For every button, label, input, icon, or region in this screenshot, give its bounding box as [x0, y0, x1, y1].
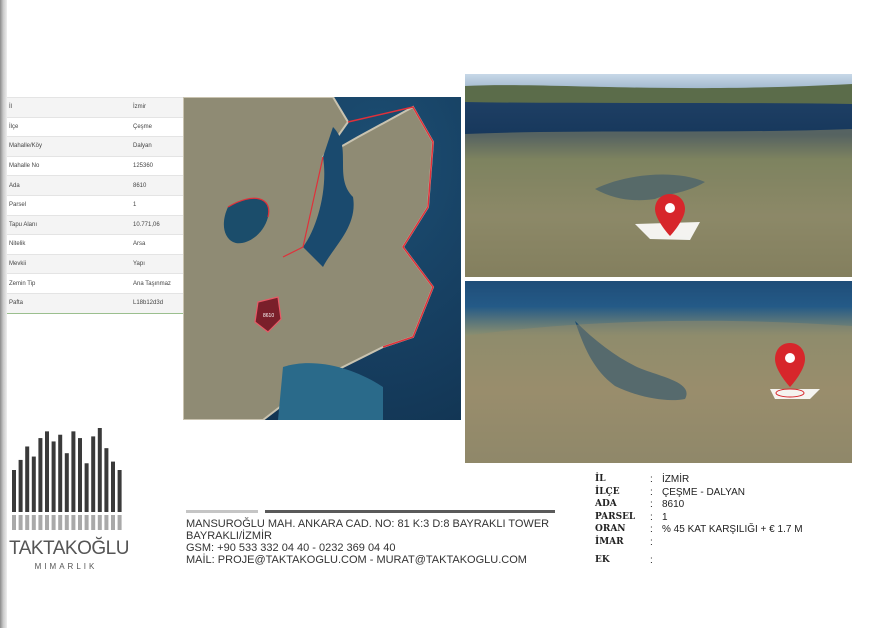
logo-bar	[97, 428, 102, 512]
detail-label: ADA	[595, 499, 617, 509]
parcel-field-value: Yapı	[129, 253, 183, 274]
detail-label: ORAN	[595, 524, 626, 534]
parcel-field-label: Zemin Tip	[7, 273, 129, 294]
parcel-table-row: Parsel 1	[7, 194, 183, 216]
phone-line: GSM: +90 533 332 04 40 - 0232 369 04 40	[186, 542, 396, 554]
detail-label: İL	[595, 474, 606, 484]
logo-bar	[104, 448, 109, 512]
aerial-view-top-drawing	[465, 84, 852, 277]
parcel-field-value: Ana Taşınmaz	[129, 273, 183, 294]
logo-bar-reflection	[91, 515, 96, 530]
parcel-field-value: 10.771,06	[129, 214, 183, 235]
aerial-view-top	[465, 74, 852, 277]
logo-bar	[78, 438, 82, 512]
address-city: BAYRAKLI/İZMİR	[186, 530, 272, 542]
parcel-field-label: Mahalle No	[7, 155, 129, 176]
logo-barcode-graphic	[12, 428, 122, 530]
email-line: MAİL: PROJE@TAKTAKOGLU.COM - MURAT@TAKTA…	[186, 554, 527, 566]
detail-label: İLÇE	[595, 486, 620, 497]
satellite-map-drawing: 8610	[183, 97, 435, 420]
logo-bar	[84, 463, 89, 512]
logo-bar-reflection	[111, 515, 115, 530]
parcel-table-row: Ada 8610	[7, 175, 183, 196]
logo-bar-reflection	[31, 515, 36, 530]
detail-label: EK	[595, 555, 610, 565]
logo-bar-reflection	[25, 515, 30, 530]
parcel-table-row: Tapu Alanı 10.771,06	[7, 214, 183, 235]
parcel-field-value: L18b12d3d	[129, 292, 183, 314]
parcel-field-label: Pafta	[7, 292, 129, 314]
satellite-map: 8610	[183, 97, 461, 420]
parcel-table-row: Mahalle No 125360	[7, 155, 183, 176]
detail-label: İMAR	[595, 536, 624, 547]
logo-bar-reflection	[71, 515, 76, 530]
logo-bar	[12, 470, 16, 512]
logo-bar	[31, 456, 36, 512]
contact-block: MANSUROĞLU MAH. ANKARA CAD. NO: 81 K:3 D…	[186, 518, 566, 566]
address-line: MANSUROĞLU MAH. ANKARA CAD. NO: 81 K:3 D…	[186, 518, 550, 530]
contact-divider-left	[186, 510, 258, 513]
parcel-table-row: Zemin Tip Ana Taşınmaz	[7, 273, 183, 294]
logo-bar	[25, 446, 30, 512]
logo-subtitle: MIMARLIK	[34, 562, 98, 571]
logo-bar	[58, 434, 63, 512]
parcel-field-label: İl	[7, 97, 129, 118]
parcel-table-row: Pafta L18b12d3d	[7, 292, 183, 314]
detail-value: 8610	[662, 499, 685, 510]
detail-value: 1	[662, 511, 668, 523]
company-logo: TAKTAKOĞLU MIMARLIK	[9, 428, 129, 578]
contact-divider-right	[265, 510, 555, 513]
detail-value: İZMİR	[662, 474, 690, 485]
detail-value: % 45 KAT KARŞILIĞI + € 1.7 M	[662, 524, 803, 535]
logo-bar-reflection	[117, 515, 122, 530]
aerial-view-bottom	[465, 281, 852, 463]
logo-bar	[91, 436, 96, 512]
logo-name: TAKTAKOĞLU	[9, 538, 129, 559]
parcel-table-row: Mahalle/Köy Dalyan	[7, 136, 183, 157]
parcel-field-label: Parsel	[7, 194, 129, 216]
aerial-view-bottom-drawing	[465, 320, 852, 463]
left-border-rule	[0, 0, 7, 628]
parcel-table-row: Mevkii Yapı	[7, 253, 183, 274]
parcel-field-value: 125360	[129, 155, 183, 176]
logo-bar-reflection	[45, 515, 49, 530]
parcel-field-label: Nitelik	[7, 234, 129, 255]
detail-label: PARSEL	[595, 511, 636, 522]
logo-bar	[111, 461, 115, 512]
parcel-table-row: İl İzmir	[7, 97, 183, 118]
parcel-field-label: Mahalle/Köy	[7, 136, 129, 157]
logo-bar	[117, 470, 122, 512]
parcel-field-value: Çeşme	[129, 116, 183, 137]
logo-bar-reflection	[18, 515, 23, 530]
detail-value: ÇEŞME - DALYAN	[662, 486, 745, 498]
logo-bar	[51, 441, 56, 512]
logo-bar-reflection	[58, 515, 63, 530]
parcel-info-table: İl İzmir İlçe Çeşme Mahalle/Köy Dalyan Mahalle…	[7, 97, 183, 314]
logo-bar	[18, 459, 23, 512]
parcel-field-value: 1	[129, 194, 183, 216]
logo-bar	[45, 431, 49, 512]
logo-bar-reflection	[12, 515, 16, 530]
logo-bar-reflection	[78, 515, 82, 530]
parcel-field-value: Arsa	[129, 234, 183, 255]
parcel-field-label: İlçe	[7, 116, 129, 137]
svg-text:8610: 8610	[263, 313, 274, 319]
logo-bar	[38, 438, 43, 512]
logo-bar-reflection	[84, 515, 89, 530]
parcel-field-label: Mevkii	[7, 253, 129, 274]
parcel-field-value: Dalyan	[129, 136, 183, 157]
parcel-field-label: Ada	[7, 175, 129, 196]
parcel-table-row: İlçe Çeşme	[7, 116, 183, 137]
logo-bar-reflection	[38, 515, 43, 530]
parcel-field-value: İzmir	[129, 97, 183, 118]
logo-bar-reflection	[64, 515, 69, 530]
logo-bar-reflection	[51, 515, 56, 530]
parcel-table-row: Nitelik Arsa	[7, 234, 183, 255]
logo-bar	[64, 453, 69, 512]
logo-bar-reflection	[97, 515, 102, 530]
parcel-field-label: Tapu Alanı	[7, 214, 129, 235]
parcel-field-value: 8610	[129, 175, 183, 196]
logo-bar-reflection	[104, 515, 109, 530]
logo-bar	[71, 431, 76, 512]
